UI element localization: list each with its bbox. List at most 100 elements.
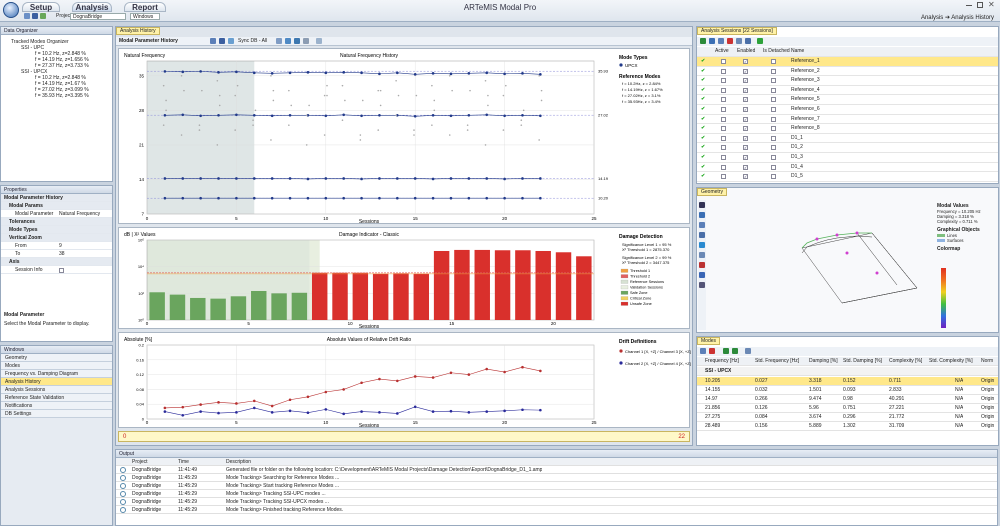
active-checkbox[interactable] <box>721 97 726 103</box>
col-enabled[interactable]: Enabled <box>737 47 755 57</box>
detached-checkbox[interactable] <box>771 78 776 84</box>
active-checkbox[interactable] <box>721 68 726 74</box>
new-icon[interactable] <box>24 13 30 19</box>
session-row[interactable]: ✔ ✓ Reference_6 <box>697 105 998 115</box>
table-icon[interactable] <box>745 348 751 354</box>
col-norm[interactable]: Norm <box>981 357 993 366</box>
search-icon[interactable] <box>699 262 705 268</box>
project-select[interactable]: DognaBridge <box>70 13 126 20</box>
move-down-icon[interactable] <box>732 348 738 354</box>
active-checkbox[interactable] <box>721 145 726 151</box>
select-icon[interactable] <box>699 202 705 208</box>
zoom-icon[interactable] <box>294 38 300 44</box>
enabled-checkbox[interactable]: ✓ <box>743 87 748 93</box>
session-row[interactable]: ✔ ✓ D1_4 <box>697 163 998 173</box>
filter-icon[interactable] <box>303 38 309 44</box>
session-row[interactable]: ✔ ✓ D1_5 <box>697 172 998 182</box>
save-icon[interactable] <box>219 38 225 44</box>
col-name[interactable]: Name <box>791 47 804 57</box>
animate-icon[interactable] <box>699 242 705 248</box>
pan-icon[interactable] <box>699 222 705 228</box>
enabled-checkbox[interactable]: ✓ <box>743 97 748 103</box>
detached-checkbox[interactable] <box>771 59 776 64</box>
detached-checkbox[interactable] <box>771 164 776 170</box>
detached-checkbox[interactable] <box>771 174 776 180</box>
prop-modal-parameter[interactable]: Modal Parameter Natural Frequency <box>1 210 112 218</box>
session-row[interactable]: ✔ ✓ Reference_7 <box>697 115 998 125</box>
session-row[interactable]: ✔ ✓ D1_2 <box>697 143 998 153</box>
col-time[interactable]: Time <box>178 458 189 466</box>
enabled-checkbox[interactable]: ✓ <box>743 78 748 84</box>
mode-row[interactable]: 10.205 0.027 3.318 0.152 0.711 N/A Origin <box>697 377 998 386</box>
active-checkbox[interactable] <box>721 164 726 170</box>
detached-checkbox[interactable] <box>771 135 776 141</box>
add-icon[interactable] <box>700 38 706 44</box>
col-damping[interactable]: Damping [%] <box>809 357 838 366</box>
col-active[interactable]: Active <box>715 47 729 57</box>
enabled-checkbox[interactable]: ✓ <box>743 126 748 132</box>
view-icon[interactable] <box>699 252 705 258</box>
session-progress-bar[interactable]: 0 22 <box>118 431 690 442</box>
window-item[interactable]: Modes <box>1 362 112 370</box>
active-checkbox[interactable] <box>721 78 726 84</box>
session-info-checkbox[interactable] <box>59 268 64 273</box>
bridge-model-view[interactable] <box>777 213 927 313</box>
mode-row[interactable]: 28.489 0.156 5.889 1.302 31.709 N/A Origin <box>697 422 998 431</box>
move-up-icon[interactable] <box>709 38 715 44</box>
mode-row[interactable]: 21.856 0.126 5.96 0.751 27.221 N/A Origin <box>697 404 998 413</box>
session-row[interactable]: ✔ ✓ D1_3 <box>697 153 998 163</box>
output-row[interactable]: DognaBridge 11:45:29 Mode Tracking> Tracki… <box>116 498 997 506</box>
delete-icon[interactable] <box>709 348 715 354</box>
session-row[interactable]: ✔ ✓ Reference_8 <box>697 124 998 134</box>
detached-checkbox[interactable] <box>771 106 776 112</box>
enabled-checkbox[interactable]: ✓ <box>743 106 748 112</box>
delete-icon[interactable] <box>727 38 733 44</box>
tree-mode[interactable]: f = 35.93 Hz, z=3.395 % <box>5 93 112 99</box>
detached-checkbox[interactable] <box>771 116 776 122</box>
detached-checkbox[interactable] <box>771 68 776 74</box>
active-checkbox[interactable] <box>721 59 726 64</box>
mode-row[interactable]: 27.275 0.084 3.674 0.296 21.772 N/A Origin <box>697 413 998 422</box>
col-complexity[interactable]: Complexity [%] <box>889 357 922 366</box>
enabled-checkbox[interactable]: ✓ <box>743 59 748 64</box>
active-checkbox[interactable] <box>721 87 726 93</box>
col-frequency[interactable]: Frequency [Hz] <box>705 357 739 366</box>
modes-title[interactable]: Modes <box>697 337 721 345</box>
output-row[interactable]: DognaBridge 11:45:29 Mode Tracking> Search… <box>116 474 997 482</box>
col-std-complexity[interactable]: Std. Complexity [%] <box>929 357 973 366</box>
prop-session-info[interactable]: Session Info <box>1 266 112 274</box>
rotate-icon[interactable] <box>699 212 705 218</box>
active-checkbox[interactable] <box>721 135 726 141</box>
chart-icon[interactable] <box>285 38 291 44</box>
detached-checkbox[interactable] <box>771 97 776 103</box>
active-checkbox[interactable] <box>721 126 726 132</box>
enabled-checkbox[interactable]: ✓ <box>743 164 748 170</box>
tab-report[interactable]: Report <box>124 2 166 12</box>
session-row[interactable]: ✔ ✓ Reference_1 <box>697 57 998 67</box>
window-item[interactable]: Frequency vs. Damping Diagram <box>1 370 112 378</box>
settings-icon[interactable] <box>699 282 705 288</box>
save-icon[interactable] <box>32 13 38 19</box>
output-row[interactable]: DognaBridge 11:45:29 Mode Tracking> Start … <box>116 482 997 490</box>
move-up-icon[interactable] <box>723 348 729 354</box>
window-item[interactable]: Reference State Validation <box>1 394 112 402</box>
session-row[interactable]: ✔ ✓ Reference_5 <box>697 95 998 105</box>
session-row[interactable]: ✔ ✓ D1_1 <box>697 134 998 144</box>
active-checkbox[interactable] <box>721 154 726 160</box>
enabled-checkbox[interactable]: ✓ <box>743 68 748 74</box>
prop-value[interactable]: Natural Frequency <box>59 210 100 218</box>
output-row[interactable]: DognaBridge 11:45:29 Mode Tracking> Tracki… <box>116 490 997 498</box>
tab-analysis-history[interactable]: Analysis History <box>116 27 160 35</box>
detached-checkbox[interactable] <box>771 87 776 93</box>
col-is-detached[interactable]: Is Detached <box>763 47 790 57</box>
detached-checkbox[interactable] <box>771 154 776 160</box>
tab-analysis[interactable]: Analysis <box>72 2 112 12</box>
window-item[interactable]: Analysis Sessions <box>1 386 112 394</box>
to-field[interactable]: 38 <box>59 250 65 258</box>
layout-icon[interactable] <box>316 38 322 44</box>
sync-icon[interactable] <box>228 38 234 44</box>
prop-section-tolerances[interactable]: Tolerances <box>1 218 112 226</box>
prop-section-vertical-zoom[interactable]: Vertical Zoom <box>1 234 112 242</box>
col-std-damping[interactable]: Std. Damping [%] <box>843 357 882 366</box>
modal-parameter-dropdown[interactable]: Modal Parameter History <box>119 38 178 44</box>
